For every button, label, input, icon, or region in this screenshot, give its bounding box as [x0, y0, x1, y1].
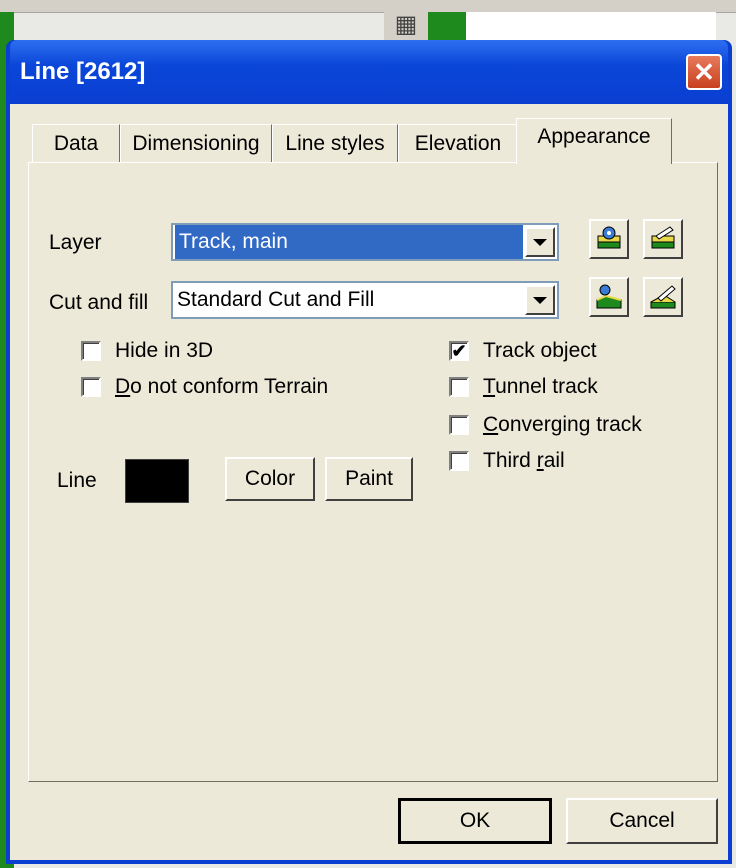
- cut-fill-label: Cut and fill: [49, 291, 149, 314]
- terrain-settings-icon: [596, 284, 622, 309]
- layer-label: Layer: [49, 231, 102, 254]
- cut-fill-value: Standard Cut and Fill: [177, 288, 375, 311]
- dialog-client: Data Dimensioning Line styles Elevation …: [10, 104, 728, 860]
- layers-settings-icon: [597, 226, 621, 249]
- converging-track-label: Converging track: [483, 413, 642, 436]
- close-button[interactable]: ✕: [686, 54, 722, 90]
- hide-in-3d-box[interactable]: [81, 341, 101, 361]
- tab-data[interactable]: Data: [32, 124, 120, 162]
- do-not-conform-terrain-checkbox[interactable]: Do not conform Terrain: [81, 375, 328, 399]
- third-rail-label: Third rail: [483, 449, 565, 472]
- appearance-panel: Layer Track, main Cut and fill Standard …: [28, 162, 718, 782]
- tab-elevation[interactable]: Elevation: [398, 124, 518, 162]
- cancel-button[interactable]: Cancel: [566, 798, 718, 844]
- line-dialog: Line [2612] ✕ Data Dimensioning Line sty…: [6, 40, 732, 864]
- layers-edit-icon: [651, 226, 675, 249]
- layer-select[interactable]: Track, main: [171, 223, 559, 261]
- converging-track-box[interactable]: [449, 415, 469, 435]
- tunnel-track-label: Tunnel track: [483, 375, 598, 398]
- tab-line-styles[interactable]: Line styles: [272, 124, 398, 162]
- hide-in-3d-checkbox[interactable]: Hide in 3D: [81, 339, 213, 363]
- hide-in-3d-label: Hide in 3D: [115, 339, 214, 362]
- track-object-label: Track object: [483, 339, 597, 362]
- layer-edit-button[interactable]: [643, 219, 683, 259]
- layer-value: Track, main: [175, 225, 523, 259]
- chevron-down-icon[interactable]: [525, 285, 555, 315]
- tunnel-track-box[interactable]: [449, 377, 469, 397]
- tab-appearance[interactable]: Appearance: [516, 118, 672, 164]
- third-rail-box[interactable]: [449, 451, 469, 471]
- do-not-conform-terrain-label: Do not conform Terrain: [115, 375, 329, 398]
- tunnel-track-checkbox[interactable]: Tunnel track: [449, 375, 598, 399]
- converging-track-checkbox[interactable]: Converging track: [449, 413, 642, 437]
- ok-button[interactable]: OK: [398, 798, 552, 844]
- terrain-edit-icon: [650, 285, 676, 309]
- line-color-swatch: [125, 459, 189, 503]
- do-not-conform-terrain-box[interactable]: [81, 377, 101, 397]
- close-icon: ✕: [693, 57, 715, 87]
- cut-fill-properties-button[interactable]: [589, 277, 629, 317]
- track-object-box[interactable]: ✔: [449, 341, 469, 361]
- paint-button[interactable]: Paint: [325, 457, 413, 501]
- chevron-down-icon[interactable]: [525, 227, 555, 257]
- tab-dimensioning[interactable]: Dimensioning: [120, 124, 272, 162]
- line-label: Line: [57, 469, 97, 492]
- dialog-title: Line [2612]: [20, 58, 146, 85]
- title-bar[interactable]: Line [2612] ✕: [10, 40, 728, 104]
- third-rail-checkbox[interactable]: Third rail: [449, 449, 565, 473]
- layer-properties-button[interactable]: [589, 219, 629, 259]
- track-object-checkbox[interactable]: ✔ Track object: [449, 339, 597, 363]
- cut-fill-select[interactable]: Standard Cut and Fill: [171, 281, 559, 319]
- color-button[interactable]: Color: [225, 457, 315, 501]
- cut-fill-edit-button[interactable]: [643, 277, 683, 317]
